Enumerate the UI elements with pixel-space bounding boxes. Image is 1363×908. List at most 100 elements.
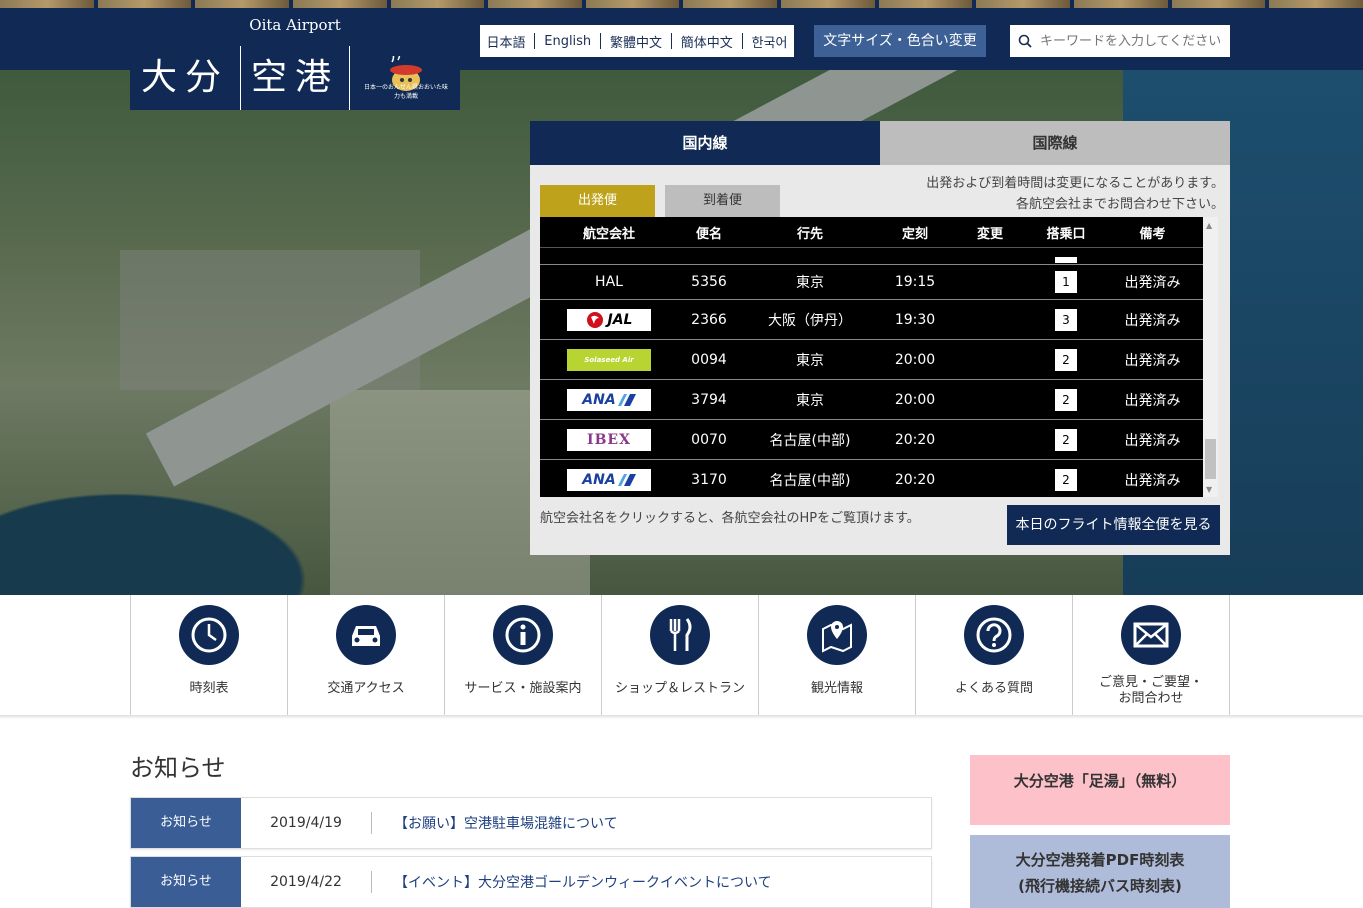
all-flights-button[interactable]: 本日のフライト情報全便を見る: [1007, 505, 1220, 545]
airline-link-note: 航空会社名をクリックすると、各航空会社のHPをご覧頂けます。: [540, 511, 920, 526]
flight-tabs: 国内線 国際線: [530, 121, 1230, 165]
news-item[interactable]: お知らせ 2019/4/22 【イベント】大分空港ゴールデンウィークイベントにつ…: [130, 856, 932, 908]
destination: 名古屋(中部): [769, 432, 851, 449]
time-change-notice: 出発および到着時間は変更になることがあります。 各航空会社までお問合わせ下さい。: [926, 173, 1224, 215]
clock-icon: [179, 605, 239, 665]
language-switcher: 日本語 English 繁體中文 簡体中文 한국어: [480, 25, 794, 57]
col-gate: 搭乗口: [1046, 226, 1086, 242]
question-icon: [964, 605, 1024, 665]
news-item[interactable]: お知らせ 2019/4/19 【お願い】空港駐車場混雑について: [130, 797, 932, 849]
notice-line-2: 各航空会社までお問合わせ下さい。: [1015, 197, 1224, 212]
nav-contact[interactable]: ご意見・ご要望・ お問合わせ: [1072, 595, 1230, 715]
tab-arrivals[interactable]: 到着便: [665, 185, 780, 217]
table-scrollbar[interactable]: ▲ ▼: [1203, 217, 1218, 497]
search-icon[interactable]: [1018, 34, 1032, 48]
destination: 大阪（伊丹）: [768, 312, 852, 329]
nav-label: 時刻表: [189, 681, 229, 696]
site-logo[interactable]: Oita Airport 大分 空港 日本一のおんせん県おおいた味力も満載: [130, 10, 460, 110]
jal-logo-icon[interactable]: JAL: [567, 308, 651, 331]
remark: 出発済み: [1124, 352, 1181, 369]
logo-char-oita: 大分: [130, 46, 241, 110]
tab-international[interactable]: 国際線: [880, 121, 1230, 165]
flight-number: 3170: [691, 471, 727, 488]
nav-access[interactable]: 交通アクセス: [287, 595, 444, 715]
table-row: ANA 3794 東京 20:00 2 出発済み: [540, 380, 1203, 420]
jal-logo-text: JAL: [607, 311, 633, 328]
col-destination: 行先: [796, 226, 823, 242]
nav-label: 観光情報: [810, 681, 863, 696]
scheduled-time: 19:15: [894, 274, 936, 290]
nav-services[interactable]: サービス・施設案内: [444, 595, 601, 715]
news-category-badge: お知らせ: [131, 857, 241, 907]
nav-faq[interactable]: よくある質問: [915, 595, 1072, 715]
notice-line-1: 出発および到着時間は変更になることがあります。: [926, 176, 1224, 191]
lang-traditional-chinese[interactable]: 繁體中文: [606, 32, 666, 51]
remark: 出発済み: [1124, 432, 1181, 449]
lang-japanese[interactable]: 日本語: [482, 32, 529, 51]
news-link[interactable]: 【イベント】大分空港ゴールデンウィークイベントについて: [372, 872, 772, 892]
nav-label: 交通アクセス: [327, 681, 405, 696]
ana-logo-icon[interactable]: ANA: [567, 388, 651, 411]
car-icon: [336, 605, 396, 665]
news-date: 2019/4/19: [241, 812, 372, 834]
flight-number: 5356: [691, 274, 727, 290]
remark: 出発済み: [1124, 312, 1181, 329]
logo-char-airport: 空港: [241, 46, 350, 110]
gate-number: 2: [1055, 388, 1077, 411]
col-changed: 変更: [976, 226, 1003, 242]
ana-logo-text: ANA: [582, 391, 616, 408]
nav-label: ご意見・ご要望・ お問合わせ: [1073, 675, 1229, 707]
table-row: JAL 2366 大阪（伊丹） 19:30 3 出発済み: [540, 300, 1203, 340]
gate-number: 2: [1055, 428, 1077, 451]
search-box: [1010, 25, 1230, 57]
gate-number: 2: [1055, 348, 1077, 371]
solaseed-logo-text: Solaseed Air: [584, 355, 634, 364]
destination: 東京: [796, 352, 824, 369]
search-input[interactable]: [1038, 32, 1222, 50]
ana-logo-text: ANA: [582, 471, 616, 488]
news-link[interactable]: 【お願い】空港駐車場混雑について: [372, 813, 618, 833]
scheduled-time: 19:30: [894, 311, 936, 328]
scroll-thumb[interactable]: [1205, 439, 1216, 479]
solaseed-logo-icon[interactable]: Solaseed Air: [567, 348, 651, 371]
scroll-down-icon[interactable]: ▼: [1206, 485, 1212, 494]
nav-timetable[interactable]: 時刻表: [130, 595, 287, 715]
pdf-timetable-line1: 大分空港発着PDF時刻表: [1015, 851, 1185, 869]
flight-info-panel: 国内線 国際線 出発および到着時間は変更になることがあります。 各航空会社までお…: [530, 121, 1230, 555]
table-row: Solaseed Air 0094 東京 20:00 2 出発済み: [540, 340, 1203, 380]
pdf-timetable-banner[interactable]: 大分空港発着PDF時刻表 (飛行機接続バス時刻表): [970, 835, 1230, 908]
gate-number: 3: [1055, 308, 1077, 331]
col-scheduled: 定刻: [901, 226, 928, 242]
col-flight-number: 便名: [695, 226, 722, 242]
flight-number: 0070: [691, 431, 727, 448]
airline-hal-link[interactable]: HAL: [540, 274, 678, 290]
main-navigation: 時刻表 交通アクセス サービス・施設案内 ショップ＆レストラン 観光情報 よくあ…: [130, 595, 1230, 715]
nav-sightseeing[interactable]: 観光情報: [758, 595, 915, 715]
mail-icon: [1121, 605, 1181, 665]
divider: [670, 33, 672, 49]
nav-label-line1: ご意見・ご要望・: [1098, 675, 1203, 690]
nav-divider: [0, 715, 1363, 719]
info-icon: [493, 605, 553, 665]
lang-korean[interactable]: 한국어: [748, 32, 792, 51]
onsen-caption: 日本一のおんせん県おおいた味力も満載: [363, 84, 448, 100]
news-heading: お知らせ: [130, 754, 226, 782]
ibex-logo-text: IBEX: [587, 431, 631, 448]
remark: 出発済み: [1124, 472, 1181, 489]
table-row-partial: [540, 248, 1203, 265]
ana-logo-icon[interactable]: ANA: [567, 468, 651, 491]
divider: [741, 33, 743, 49]
destination: 東京: [796, 392, 824, 409]
lang-english[interactable]: English: [540, 34, 595, 49]
footbath-banner[interactable]: 大分空港「足湯」（無料）: [970, 755, 1230, 825]
gate-number: 2: [1055, 468, 1077, 491]
tab-domestic[interactable]: 国内線: [530, 121, 880, 165]
tab-departures[interactable]: 出発便: [540, 185, 655, 217]
scroll-up-icon[interactable]: ▲: [1206, 221, 1212, 230]
ibex-logo-icon[interactable]: IBEX: [567, 428, 651, 451]
lang-simplified-chinese[interactable]: 簡体中文: [677, 32, 737, 51]
nav-shops[interactable]: ショップ＆レストラン: [601, 595, 758, 715]
gate-number: 1: [1055, 271, 1077, 293]
scheduled-time: 20:20: [894, 431, 936, 448]
font-size-color-button[interactable]: 文字サイズ・色合い変更: [814, 25, 986, 57]
